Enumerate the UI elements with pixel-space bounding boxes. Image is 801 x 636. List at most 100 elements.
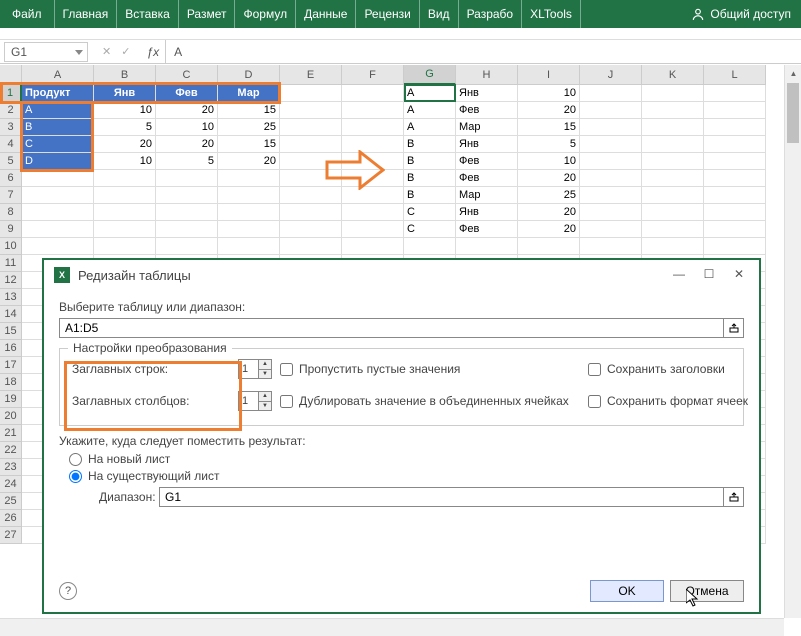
row-header-8[interactable]: 8 — [0, 204, 22, 221]
cell-B6[interactable] — [94, 170, 156, 187]
cell-E1[interactable] — [280, 85, 342, 102]
cell-I10[interactable] — [518, 238, 580, 255]
cell-I9[interactable]: 20 — [518, 221, 580, 238]
cell-L4[interactable] — [704, 136, 766, 153]
ribbon-tab-1[interactable]: Вставка — [117, 0, 179, 28]
cell-J7[interactable] — [580, 187, 642, 204]
col-header-J[interactable]: J — [580, 65, 642, 85]
header-cols-spinner[interactable]: 1 ▲▼ — [238, 391, 272, 411]
col-header-K[interactable]: K — [642, 65, 704, 85]
minimize-button[interactable]: — — [664, 263, 694, 285]
row-header-10[interactable]: 10 — [0, 238, 22, 255]
cell-L1[interactable] — [704, 85, 766, 102]
spin-up-icon[interactable]: ▲ — [259, 360, 271, 370]
cell-D4[interactable]: 15 — [218, 136, 280, 153]
col-header-C[interactable]: C — [156, 65, 218, 85]
cell-I8[interactable]: 20 — [518, 204, 580, 221]
row-header-14[interactable]: 14 — [0, 306, 22, 323]
row-header-22[interactable]: 22 — [0, 442, 22, 459]
cell-G2[interactable]: A — [404, 102, 456, 119]
row-header-1[interactable]: 1 — [0, 85, 22, 102]
row-header-12[interactable]: 12 — [0, 272, 22, 289]
cell-J3[interactable] — [580, 119, 642, 136]
cell-F8[interactable] — [342, 204, 404, 221]
row-header-20[interactable]: 20 — [0, 408, 22, 425]
col-header-F[interactable]: F — [342, 65, 404, 85]
cell-H8[interactable]: Янв — [456, 204, 518, 221]
cell-G7[interactable]: B — [404, 187, 456, 204]
spin-up-icon[interactable]: ▲ — [259, 392, 271, 402]
cell-L9[interactable] — [704, 221, 766, 238]
cancel-button[interactable]: Отмена — [670, 580, 744, 602]
cell-G5[interactable]: B — [404, 153, 456, 170]
dest-range-picker-button[interactable] — [724, 487, 744, 507]
cell-K3[interactable] — [642, 119, 704, 136]
cell-F3[interactable] — [342, 119, 404, 136]
range-picker-button[interactable] — [724, 318, 744, 338]
cell-I1[interactable]: 10 — [518, 85, 580, 102]
cell-D7[interactable] — [218, 187, 280, 204]
skip-empty-checkbox[interactable]: Пропустить пустые значения — [280, 362, 580, 376]
cell-G3[interactable]: A — [404, 119, 456, 136]
ribbon-tab-7[interactable]: Разрабо — [459, 0, 523, 28]
cell-J9[interactable] — [580, 221, 642, 238]
row-header-9[interactable]: 9 — [0, 221, 22, 238]
scroll-up-icon[interactable]: ▲ — [785, 65, 801, 82]
row-header-4[interactable]: 4 — [0, 136, 22, 153]
cell-F1[interactable] — [342, 85, 404, 102]
ribbon-tab-3[interactable]: Формул — [235, 0, 296, 28]
cell-H1[interactable]: Янв — [456, 85, 518, 102]
cell-A9[interactable] — [22, 221, 94, 238]
cell-K10[interactable] — [642, 238, 704, 255]
cell-A3[interactable]: B — [22, 119, 94, 136]
ribbon-tab-4[interactable]: Данные — [296, 0, 356, 28]
col-header-L[interactable]: L — [704, 65, 766, 85]
cancel-icon[interactable]: ✕ — [102, 45, 111, 58]
col-header-A[interactable]: A — [22, 65, 94, 85]
new-sheet-radio[interactable]: На новый лист — [69, 452, 744, 466]
row-header-17[interactable]: 17 — [0, 357, 22, 374]
cell-B2[interactable]: 10 — [94, 102, 156, 119]
row-header-25[interactable]: 25 — [0, 493, 22, 510]
cell-K8[interactable] — [642, 204, 704, 221]
cell-C10[interactable] — [156, 238, 218, 255]
source-range-input[interactable] — [59, 318, 724, 338]
col-header-I[interactable]: I — [518, 65, 580, 85]
row-header-18[interactable]: 18 — [0, 374, 22, 391]
cell-C9[interactable] — [156, 221, 218, 238]
cell-A10[interactable] — [22, 238, 94, 255]
cell-J4[interactable] — [580, 136, 642, 153]
cell-G10[interactable] — [404, 238, 456, 255]
row-header-3[interactable]: 3 — [0, 119, 22, 136]
horizontal-scrollbar[interactable] — [0, 618, 784, 636]
cell-D10[interactable] — [218, 238, 280, 255]
cell-A8[interactable] — [22, 204, 94, 221]
share-button[interactable]: Общий доступ — [681, 0, 801, 28]
cell-I7[interactable]: 25 — [518, 187, 580, 204]
col-header-B[interactable]: B — [94, 65, 156, 85]
ribbon-tab-0[interactable]: Главная — [55, 0, 118, 28]
cell-B3[interactable]: 5 — [94, 119, 156, 136]
maximize-button[interactable]: ☐ — [694, 263, 724, 285]
cell-E10[interactable] — [280, 238, 342, 255]
keep-format-checkbox[interactable]: Сохранить формат ячеек — [588, 394, 768, 408]
row-header-7[interactable]: 7 — [0, 187, 22, 204]
cell-K1[interactable] — [642, 85, 704, 102]
cell-A6[interactable] — [22, 170, 94, 187]
cell-B5[interactable]: 10 — [94, 153, 156, 170]
cell-H7[interactable]: Мар — [456, 187, 518, 204]
ok-button[interactable]: OK — [590, 580, 664, 602]
cell-K5[interactable] — [642, 153, 704, 170]
col-header-H[interactable]: H — [456, 65, 518, 85]
cell-I5[interactable]: 10 — [518, 153, 580, 170]
cell-H3[interactable]: Мар — [456, 119, 518, 136]
cell-H5[interactable]: Фев — [456, 153, 518, 170]
keep-headers-checkbox[interactable]: Сохранить заголовки — [588, 362, 768, 376]
cell-K2[interactable] — [642, 102, 704, 119]
ribbon-tab-2[interactable]: Размет — [179, 0, 236, 28]
cell-L5[interactable] — [704, 153, 766, 170]
dup-merged-checkbox[interactable]: Дублировать значение в объединенных ячей… — [280, 394, 580, 408]
row-header-24[interactable]: 24 — [0, 476, 22, 493]
cell-F10[interactable] — [342, 238, 404, 255]
cell-A2[interactable]: A — [22, 102, 94, 119]
